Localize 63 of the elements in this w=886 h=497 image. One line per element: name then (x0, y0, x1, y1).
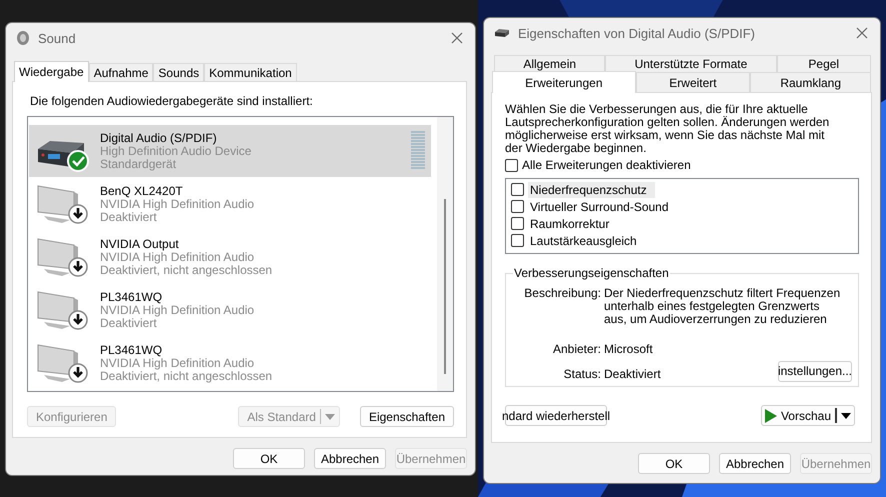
device-name: PL3461WQ (100, 344, 164, 356)
field-value: Microsoft (604, 343, 654, 356)
enhancement-item[interactable]: Raumkorrektur (528, 216, 612, 232)
close-icon[interactable] (451, 32, 463, 44)
enhancement-item[interactable]: Virtueller Surround-Sound (528, 198, 671, 214)
field-label: Beschreibung: (523, 287, 602, 300)
dialog-button[interactable]: Abbrechen (719, 453, 791, 474)
caret-icon (324, 414, 335, 420)
device-status: Deaktiviert, nicht angeschlossen (100, 370, 274, 382)
instruction-text: Die folgenden Audiowiedergabegeräte sind installiert: (30, 94, 314, 108)
tab[interactable]: Wiedergabe (14, 61, 89, 82)
device-icon (494, 28, 510, 38)
device-name: Digital Audio (S/PDIF) (100, 132, 218, 144)
checkbox[interactable] (511, 234, 524, 247)
play-icon (764, 408, 777, 422)
device-name: BenQ XL2420T (100, 184, 184, 198)
disable-all-checkbox[interactable]: Alle Erweiterungen deaktivieren (505, 158, 859, 172)
device-status: Deaktiviert, nicht angeschlossen (100, 264, 274, 276)
dialog-button[interactable]: OK (638, 453, 710, 474)
field-label: Anbieter: (552, 343, 602, 356)
tab[interactable]: Allgemein (494, 55, 606, 72)
device-driver: NVIDIA High Definition Audio (100, 304, 256, 316)
tab[interactable]: Erweiterungen (492, 71, 636, 93)
tab[interactable]: Raumklang (750, 72, 872, 92)
device-driver: High Definition Audio Device (100, 144, 252, 158)
enhancement-item[interactable]: Niederfrequenzschutz (528, 182, 655, 198)
level-meter-icon (411, 131, 425, 171)
tab[interactable]: Unterstützte Formate (605, 55, 776, 72)
device-driver: NVIDIA High Definition Audio (100, 356, 256, 370)
window-title: Eigenschaften von Digital Audio (S/PDIF) (518, 26, 756, 40)
caret-icon (841, 412, 851, 418)
tab[interactable]: Aufnahme (88, 63, 154, 81)
field-value: Deaktiviert (604, 368, 662, 380)
intro-text: Wählen Sie die Verbesserungen aus, die für Ihre aktuelle Lautsprecherkonfiguration gelten sollen. Änderungen werden möglicherweise erst wirksam, wenn Sie das nächste Mal mit der Wiedergabe beginnen. (505, 103, 830, 155)
device-driver: NVIDIA High Definition Audio (100, 250, 256, 264)
field-label: Status: (562, 368, 602, 380)
device-item[interactable]: Digital Audio (S/PDIF) High Definition Audio Device Standardgerät (29, 125, 431, 177)
device-name: NVIDIA Output (100, 238, 180, 250)
tab[interactable]: Pegel (776, 55, 871, 72)
enhancement-item[interactable]: Lautstärkeausgleich (528, 232, 639, 248)
preview-button[interactable]: Vorschau (760, 405, 855, 426)
checkbox[interactable] (511, 183, 524, 196)
device-status: Standardgerät (100, 158, 178, 170)
restore-defaults-button[interactable]: ndard wiederherstell (505, 405, 607, 426)
settings-button[interactable]: instellungen... (778, 361, 852, 382)
tab[interactable]: Erweitert (636, 72, 750, 92)
speaker-icon (16, 30, 30, 46)
tab[interactable]: Sounds (153, 63, 204, 81)
field-value: Der Niederfrequenzschutz filtert Frequenzen unterhalb eines festgelegten Grenzwerts aus, um Audioverzerrungen zu reduzieren (604, 287, 842, 326)
checkbox[interactable] (511, 217, 524, 230)
checkbox[interactable] (511, 200, 524, 213)
device-driver: NVIDIA High Definition Audio (100, 198, 256, 210)
dialog-button[interactable]: OK (233, 448, 305, 469)
device-status: Deaktiviert (100, 316, 157, 330)
device-status: Deaktiviert (100, 210, 157, 224)
scrollbar[interactable] (437, 117, 453, 391)
properties-button[interactable]: Eigenschaften (360, 406, 454, 427)
close-icon[interactable] (856, 27, 868, 39)
tab[interactable]: Kommunikation (204, 63, 297, 81)
window-title: Sound (38, 30, 77, 46)
device-name: PL3461WQ (100, 290, 164, 304)
dialog-button[interactable]: Abbrechen (314, 448, 386, 469)
group-title: Verbesserungseigenschaften (513, 266, 670, 280)
